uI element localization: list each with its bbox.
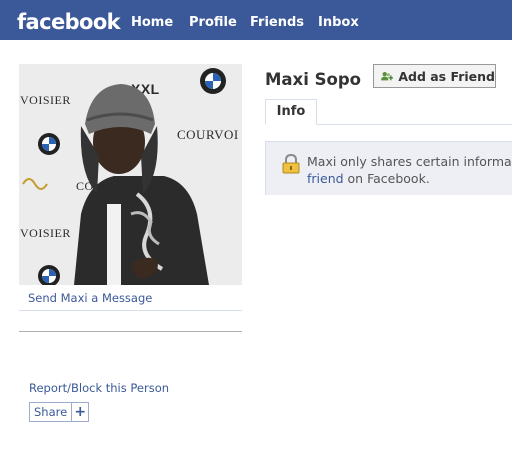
share-button[interactable]: Share + [29, 402, 90, 422]
add-friend-icon [381, 71, 394, 81]
share-label: Share [34, 405, 68, 419]
add-friend-link[interactable]: friend [307, 171, 344, 186]
add-friend-label: Add as Friend [398, 68, 495, 84]
divider [19, 310, 242, 311]
divider [19, 331, 242, 332]
tab-info[interactable]: Info [265, 99, 317, 125]
profile-name: Maxi Sopo [265, 70, 361, 89]
lock-icon [282, 154, 300, 174]
notice-text-line2: on Facebook. [343, 171, 430, 186]
profile-photo[interactable]: VOISIER COURVOI CO VOISIER XXL [19, 64, 242, 285]
add-friend-button[interactable]: Add as Friend [373, 64, 496, 88]
plus-icon: + [71, 403, 88, 421]
report-block-link[interactable]: Report/Block this Person [29, 381, 169, 396]
privacy-notice: Maxi only shares certain informa friend … [265, 141, 512, 195]
bmw-logo-icon [200, 68, 226, 94]
nav-friends[interactable]: Friends [250, 15, 304, 31]
nav-inbox[interactable]: Inbox [318, 15, 359, 31]
nav-home[interactable]: Home [131, 15, 173, 31]
backdrop-text: VOISIER [20, 226, 71, 240]
notice-text-line1: Maxi only shares certain informa [307, 154, 512, 169]
top-bar: facebook Home Profile Friends Inbox [0, 0, 512, 40]
nav-profile[interactable]: Profile [189, 15, 237, 31]
send-message-link[interactable]: Send Maxi a Message [28, 291, 152, 306]
backdrop-text: COURVOI [177, 127, 239, 142]
notice-text: Maxi only shares certain informa friend … [307, 153, 512, 187]
facebook-logo[interactable]: facebook [17, 10, 121, 34]
backdrop-text: VOISIER [20, 93, 71, 107]
